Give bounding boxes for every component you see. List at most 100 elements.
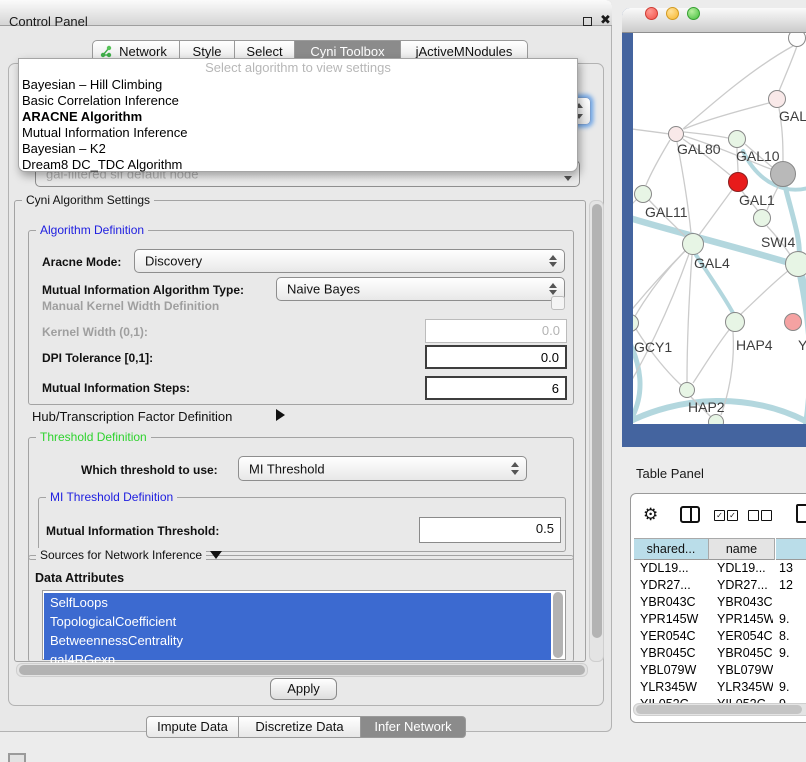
network-node-gal1-selected[interactable] <box>728 172 748 192</box>
table-cell[interactable]: 12 <box>779 577 805 594</box>
table-cell[interactable]: YLR345W <box>717 679 773 696</box>
settings-vertical-scrollbar-thumb[interactable] <box>592 204 602 638</box>
table-cell[interactable]: YDR27... <box>717 577 773 594</box>
network-node[interactable] <box>784 313 802 331</box>
network-node-gal4[interactable] <box>682 233 704 255</box>
apply-button[interactable]: Apply <box>270 678 337 700</box>
manual-kernel-width-checkbox <box>551 296 565 310</box>
list-item-gal4rgexp[interactable]: gal4RGexp <box>44 650 551 660</box>
dropdown-item-basic-correlation[interactable]: Basic Correlation Inference <box>22 93 179 109</box>
close-traffic-light[interactable] <box>645 7 658 20</box>
table-cell[interactable]: YDR27... <box>640 577 706 594</box>
table-settings-gear-icon[interactable]: ⚙ <box>643 505 658 525</box>
table-cell[interactable] <box>779 662 805 679</box>
dpi-tolerance-input[interactable]: 0.0 <box>425 345 567 369</box>
tab-discretize-data-label: Discretize Data <box>255 719 343 734</box>
table-cell[interactable]: YDL19... <box>717 560 773 577</box>
mi-algorithm-type-combobox[interactable]: Naive Bayes <box>276 277 565 301</box>
table-cell[interactable]: YBL079W <box>717 662 773 679</box>
table-cell[interactable]: YPR145W <box>717 611 773 628</box>
dropdown-prompt: Select algorithm to view settings <box>18 60 578 75</box>
list-vertical-scrollbar[interactable] <box>553 592 563 658</box>
tab-discretize-data[interactable]: Discretize Data <box>239 716 361 738</box>
close-window-icon[interactable]: ✖ <box>600 12 611 28</box>
list-item-selfloops[interactable]: SelfLoops <box>44 593 551 612</box>
tab-select-label: Select <box>246 44 282 59</box>
table-cell[interactable]: YBR043C <box>640 594 706 611</box>
float-window-icon[interactable] <box>583 17 592 26</box>
which-threshold-combobox[interactable]: MI Threshold <box>238 456 527 481</box>
table-cell[interactable]: 13 <box>779 560 805 577</box>
table-horizontal-scrollbar-thumb[interactable] <box>636 705 802 714</box>
network-node-hap2[interactable] <box>679 382 695 398</box>
dropdown-item-bayesian-hill-climbing[interactable]: Bayesian – Hill Climbing <box>22 77 162 93</box>
network-node-hap4[interactable] <box>725 312 745 332</box>
mi-threshold-definition-title: MI Threshold Definition <box>46 490 177 504</box>
node-label-gcy1: GCY1 <box>634 339 672 355</box>
dropdown-item-bayesian-k2[interactable]: Bayesian – K2 <box>22 141 106 157</box>
network-node-gal11[interactable] <box>634 185 652 203</box>
kernel-width-input: 0.0 <box>425 319 567 343</box>
collapse-down-arrow-icon[interactable] <box>210 551 222 559</box>
network-node[interactable] <box>753 209 771 227</box>
expand-right-arrow-icon[interactable] <box>276 409 285 421</box>
deselect-all-checkbox-icon[interactable] <box>761 510 772 521</box>
combo-up-arrow-icon <box>511 462 519 467</box>
tab-impute-data[interactable]: Impute Data <box>146 716 239 738</box>
tab-infer-network-label: Infer Network <box>374 719 451 734</box>
tab-impute-data-label: Impute Data <box>157 719 228 734</box>
table-cell[interactable]: YBR045C <box>717 645 773 662</box>
table-cell[interactable]: YER054C <box>640 628 706 645</box>
network-node[interactable] <box>708 414 724 424</box>
dropdown-item-aracne[interactable]: ARACNE Algorithm <box>22 109 142 125</box>
node-label: GAL <box>779 108 806 124</box>
network-node[interactable] <box>768 90 786 108</box>
mi-threshold-label: Mutual Information Threshold: <box>46 524 219 538</box>
list-item-topologicalcoefficient[interactable]: TopologicalCoefficient <box>44 612 551 631</box>
combo-down-arrow-icon <box>511 470 519 475</box>
table-cell[interactable]: 9. <box>779 611 805 628</box>
table-cell[interactable]: YLR345W <box>640 679 706 696</box>
tab-jactivemnodules-label: jActiveMNodules <box>416 44 513 59</box>
table-cell[interactable]: 9. <box>779 645 805 662</box>
column-header-name[interactable]: name <box>709 538 775 560</box>
minimize-traffic-light[interactable] <box>666 7 679 20</box>
cut-off-panel-icon[interactable] <box>8 753 26 762</box>
table-cell[interactable]: 8. <box>779 628 805 645</box>
list-item-betweennesscentrality[interactable]: BetweennessCentrality <box>44 631 551 650</box>
network-node-hub[interactable] <box>770 161 796 187</box>
table-cell[interactable]: YER054C <box>717 628 773 645</box>
table-cell[interactable]: YPR145W <box>640 611 706 628</box>
export-table-icon[interactable] <box>796 504 806 523</box>
select-all-checkbox-icon[interactable]: ✓ <box>714 510 725 521</box>
mi-threshold-input[interactable]: 0.5 <box>419 517 561 543</box>
hub-definition-toggle[interactable]: Hub/Transcription Factor Definition <box>32 409 232 424</box>
deselect-all-checkbox-icon[interactable] <box>748 510 759 521</box>
table-cell[interactable]: 9. <box>779 679 805 696</box>
zoom-traffic-light[interactable] <box>687 7 700 20</box>
network-canvas[interactable]: GAL GAL80 GAL10 GAL1 GAL11 GAL4 SWI4 GCY… <box>633 33 806 424</box>
network-node-gal10[interactable] <box>728 130 746 148</box>
network-node-gal80[interactable] <box>668 126 684 142</box>
sources-group-title[interactable]: Sources for Network Inference <box>36 548 206 562</box>
mi-steps-input[interactable]: 6 <box>425 376 567 400</box>
table-cell[interactable]: YDL19... <box>640 560 706 577</box>
tab-infer-network[interactable]: Infer Network <box>361 716 466 738</box>
network-node-swi4[interactable] <box>785 251 806 277</box>
dropdown-item-dream8[interactable]: Dream8 DC_TDC Algorithm <box>22 157 182 173</box>
table-cell[interactable]: YBL079W <box>640 662 706 679</box>
table-cell[interactable] <box>779 594 805 611</box>
node-label-gal4: GAL4 <box>694 255 730 271</box>
column-header-shared-name[interactable]: shared... <box>634 538 709 560</box>
column-header-cut[interactable] <box>776 538 806 560</box>
settings-horizontal-scrollbar-thumb[interactable] <box>19 665 585 675</box>
column-visibility-icon[interactable] <box>680 506 700 523</box>
aracne-mode-combobox[interactable]: Discovery <box>134 249 565 273</box>
select-all-checkbox-icon[interactable]: ✓ <box>727 510 738 521</box>
mi-algorithm-type-label: Mutual Information Algorithm Type: <box>42 283 244 297</box>
control-panel-titlebar <box>0 0 612 26</box>
node-label-swi4: SWI4 <box>761 234 795 250</box>
table-cell[interactable]: YBR045C <box>640 645 706 662</box>
table-cell[interactable]: YBR043C <box>717 594 773 611</box>
dropdown-item-mutual-information[interactable]: Mutual Information Inference <box>22 125 187 141</box>
